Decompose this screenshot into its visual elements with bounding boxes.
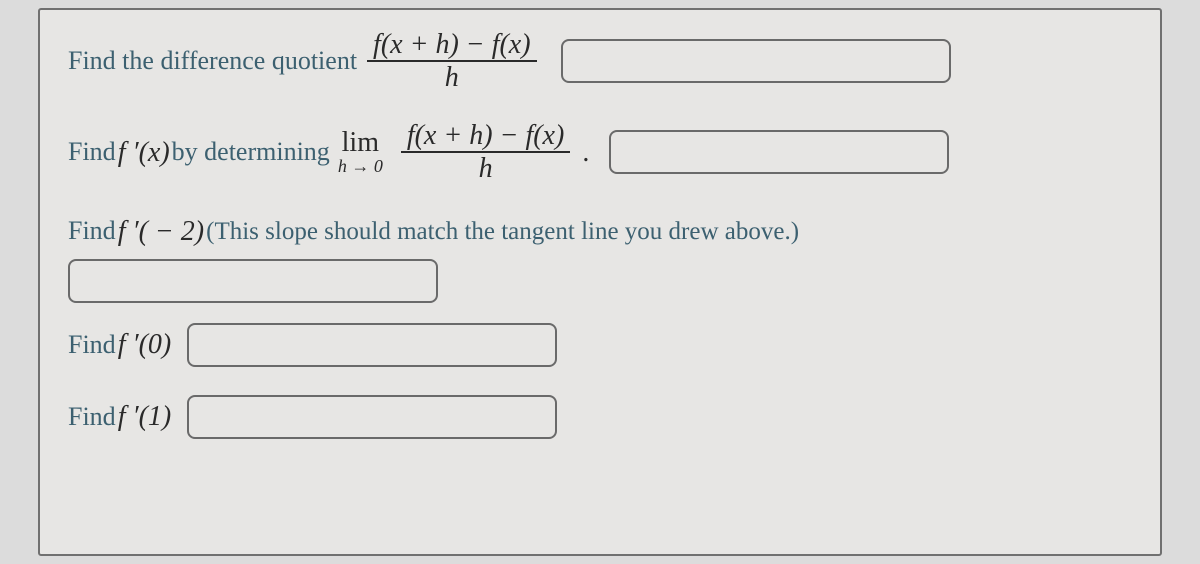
q3-find: Find: [68, 213, 116, 249]
fraction-denominator: h: [473, 153, 499, 183]
fraction-numerator: f(x + h) − f(x): [401, 121, 571, 151]
question-fprime-1: Find f ′(1): [68, 395, 1132, 439]
q3-note: (This slope should match the tangent lin…: [206, 214, 799, 249]
q5-answer-input[interactable]: [187, 395, 557, 439]
q3-prompt: Find f ′( − 2) (This slope should match …: [68, 212, 799, 251]
question-difference-quotient: Find the difference quotient f(x + h) − …: [68, 30, 1132, 93]
q5-find: Find: [68, 399, 116, 435]
fraction-denominator: h: [439, 62, 465, 92]
q1-answer-input[interactable]: [561, 39, 951, 83]
q4-prompt: Find f ′(0): [68, 325, 173, 364]
q4-find: Find: [68, 327, 116, 363]
q2-func: f ′(x): [118, 133, 170, 172]
q2-find: Find: [68, 134, 116, 170]
fraction-numerator: f(x + h) − f(x): [367, 30, 537, 60]
question-panel: Find the difference quotient f(x + h) − …: [38, 8, 1162, 556]
question-fprime-neg2: Find f ′( − 2) (This slope should match …: [68, 212, 1132, 303]
q2-period: .: [582, 133, 589, 172]
q2-by: by determining: [172, 134, 330, 170]
q4-answer-input[interactable]: [187, 323, 557, 367]
question-fprime-0: Find f ′(0): [68, 323, 1132, 367]
q3-answer-input[interactable]: [68, 259, 438, 303]
q5-prompt: Find f ′(1): [68, 397, 173, 436]
limit-fraction: f(x + h) − f(x) h: [401, 121, 571, 184]
q2-answer-input[interactable]: [609, 130, 949, 174]
difference-quotient-fraction: f(x + h) − f(x) h: [367, 30, 537, 93]
limit-label: lim: [342, 129, 379, 157]
q1-prompt: Find the difference quotient f(x + h) − …: [68, 30, 547, 93]
limit-expression: lim h → 0: [338, 129, 383, 175]
q1-text: Find the difference quotient: [68, 43, 357, 79]
q5-func: f ′(1): [118, 397, 172, 436]
q3-func: f ′( − 2): [118, 212, 204, 251]
q2-prompt: Find f ′(x) by determining lim h → 0 f(x…: [68, 121, 595, 184]
q4-func: f ′(0): [118, 325, 172, 364]
q3-input-wrap: [68, 259, 1132, 303]
question-fprime-x: Find f ′(x) by determining lim h → 0 f(x…: [68, 121, 1132, 184]
limit-subscript: h → 0: [338, 157, 383, 175]
